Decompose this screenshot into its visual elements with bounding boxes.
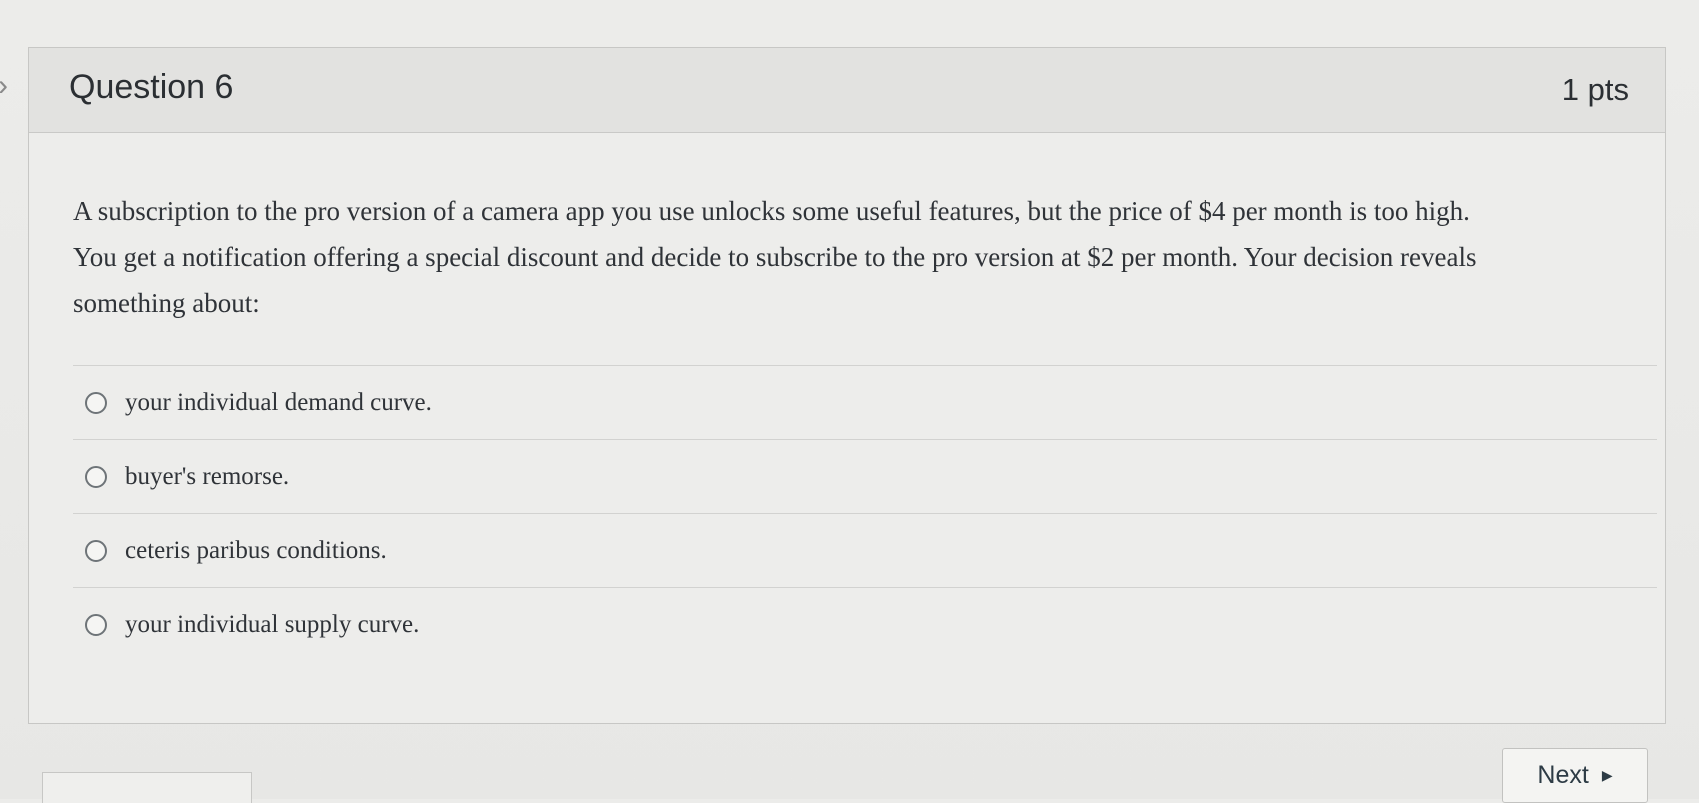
question-card: Question 6 1 pts A subscription to the p… <box>28 47 1666 724</box>
answer-label[interactable]: your individual demand curve. <box>125 389 432 417</box>
answer-list: your individual demand curve. buyer's re… <box>73 365 1657 661</box>
answer-option-1[interactable]: your individual demand curve. <box>73 366 1657 439</box>
radio-button[interactable] <box>85 539 107 562</box>
radio-button[interactable] <box>85 465 107 488</box>
radio-button[interactable] <box>85 613 107 636</box>
question-points: 1 pts <box>1561 72 1629 107</box>
question-prompt: A subscription to the pro version of a c… <box>73 188 1653 326</box>
caret-right-icon: ▶ <box>1601 767 1613 783</box>
answer-label[interactable]: ceteris paribus conditions. <box>125 537 387 565</box>
answer-label[interactable]: your individual supply curve. <box>125 611 419 639</box>
question-header: Question 6 1 pts <box>29 48 1665 133</box>
question-prompt-line: You get a notification offering a specia… <box>73 242 1477 272</box>
radio-button[interactable] <box>85 391 107 414</box>
answer-label[interactable]: buyer's remorse. <box>125 463 289 491</box>
previous-button-area <box>42 772 252 803</box>
question-prompt-line: something about: <box>73 288 260 318</box>
question-title: Question 6 <box>69 68 234 106</box>
answer-option-3[interactable]: ceteris paribus conditions. <box>73 514 1657 587</box>
next-button[interactable]: Next ▶ <box>1502 748 1648 803</box>
answer-option-4[interactable]: your individual supply curve. <box>73 588 1657 661</box>
question-prompt-line: A subscription to the pro version of a c… <box>73 196 1470 226</box>
chevron-right-icon[interactable]: › <box>0 68 14 104</box>
next-label[interactable]: Next <box>1537 761 1588 790</box>
answer-option-2[interactable]: buyer's remorse. <box>73 440 1657 513</box>
